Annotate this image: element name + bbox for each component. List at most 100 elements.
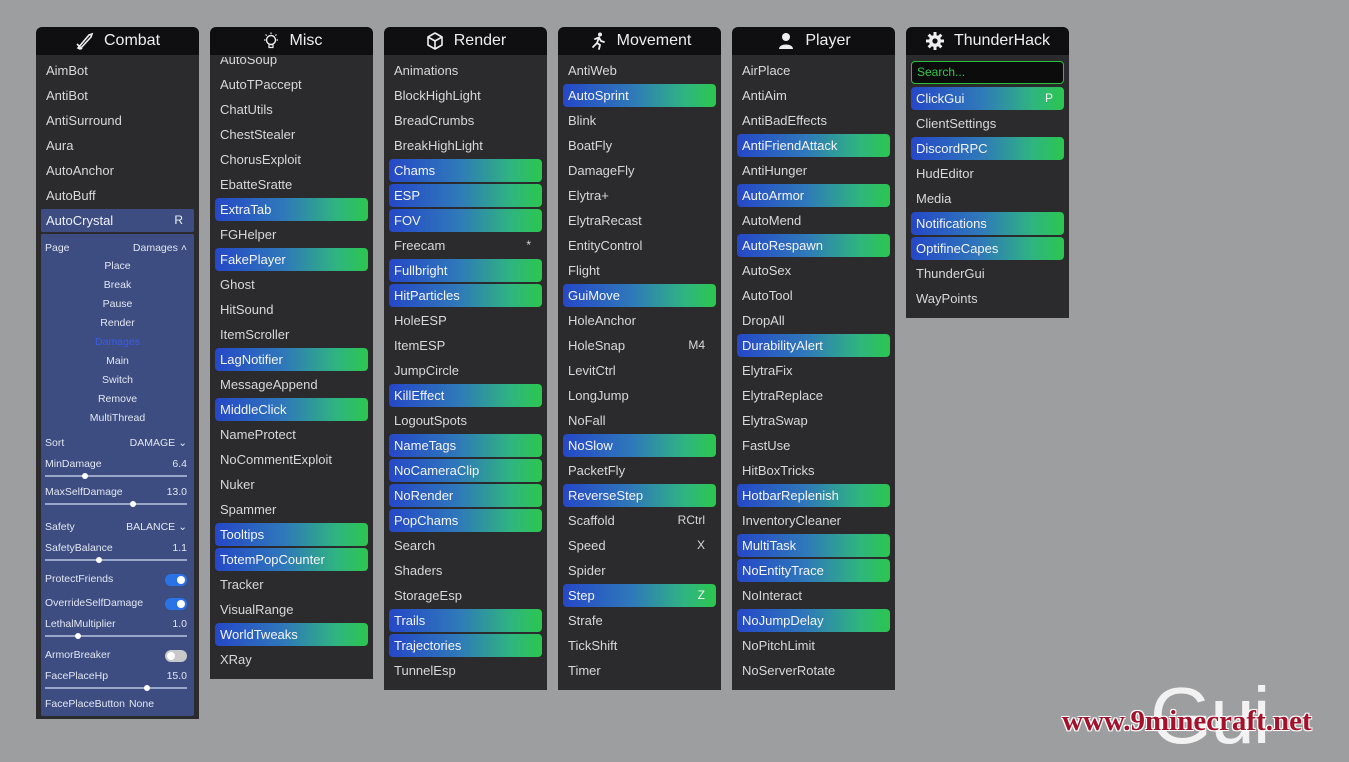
slider-handle[interactable]	[74, 633, 81, 639]
module-damagefly[interactable]: DamageFly	[563, 159, 716, 182]
slider-handle[interactable]	[81, 473, 88, 479]
combat-panel-header[interactable]: Combat	[36, 27, 199, 55]
module-breakhighlight[interactable]: BreakHighLight	[389, 134, 542, 157]
module-multitask[interactable]: MultiTask	[737, 534, 890, 557]
module-elytrareplace[interactable]: ElytraReplace	[737, 384, 890, 407]
module-cheststealer[interactable]: ChestStealer	[215, 123, 368, 146]
module-chatutils[interactable]: ChatUtils	[215, 98, 368, 121]
module-storageesp[interactable]: StorageEsp	[389, 584, 542, 607]
module-autocrystal[interactable]: AutoCrystal R	[41, 209, 194, 232]
module-waypoints[interactable]: WayPoints	[911, 287, 1064, 310]
module-inventorycleaner[interactable]: InventoryCleaner	[737, 509, 890, 532]
safety-balance-setting[interactable]: SafetyBalance 1.1	[45, 542, 187, 556]
module-autosoup[interactable]: AutoSoup	[215, 57, 368, 71]
module-autorespawn[interactable]: AutoRespawn	[737, 234, 890, 257]
module-antiweb[interactable]: AntiWeb	[563, 59, 716, 82]
slider-handle[interactable]	[130, 501, 137, 507]
face-place-hp-setting-slider[interactable]	[45, 685, 187, 691]
module-itemesp[interactable]: ItemESP	[389, 334, 542, 357]
module-antifriendattack[interactable]: AntiFriendAttack	[737, 134, 890, 157]
module-aura[interactable]: Aura	[41, 134, 194, 157]
module-longjump[interactable]: LongJump	[563, 384, 716, 407]
module-dropall[interactable]: DropAll	[737, 309, 890, 332]
module-hudeditor[interactable]: HudEditor	[911, 162, 1064, 185]
module-fullbright[interactable]: Fullbright	[389, 259, 542, 282]
module-popchams[interactable]: PopChams	[389, 509, 542, 532]
module-blink[interactable]: Blink	[563, 109, 716, 132]
module-notifications[interactable]: Notifications	[911, 212, 1064, 235]
module-noentitytrace[interactable]: NoEntityTrace	[737, 559, 890, 582]
module-blockhighlight[interactable]: BlockHighLight	[389, 84, 542, 107]
module-speed[interactable]: Speed X	[563, 534, 716, 557]
module-holeanchor[interactable]: HoleAnchor	[563, 309, 716, 332]
module-spider[interactable]: Spider	[563, 559, 716, 582]
module-tracker[interactable]: Tracker	[215, 573, 368, 596]
module-noserverrotate[interactable]: NoServerRotate	[737, 659, 890, 682]
module-holesnap[interactable]: HoleSnap M4	[563, 334, 716, 357]
armor-breaker-setting-toggle[interactable]	[165, 650, 187, 662]
module-trajectories[interactable]: Trajectories	[389, 634, 542, 657]
module-nointeract[interactable]: NoInteract	[737, 584, 890, 607]
module-media[interactable]: Media	[911, 187, 1064, 210]
module-antihunger[interactable]: AntiHunger	[737, 159, 890, 182]
sort-setting[interactable]: Sort DAMAGE ⌄	[45, 437, 187, 451]
module-jumpcircle[interactable]: JumpCircle	[389, 359, 542, 382]
module-elytrafix[interactable]: ElytraFix	[737, 359, 890, 382]
page-setting[interactable]: Page Damages ˄	[45, 242, 187, 256]
module-autosprint[interactable]: AutoSprint	[563, 84, 716, 107]
max-self-damage-setting[interactable]: MaxSelfDamage 13.0	[45, 486, 187, 500]
slider-handle[interactable]	[144, 685, 151, 691]
module-tunnelesp[interactable]: TunnelEsp	[389, 659, 542, 682]
misc-panel-header[interactable]: Misc	[210, 27, 373, 55]
page-option-render[interactable]: Render	[41, 317, 194, 329]
module-xray[interactable]: XRay	[215, 648, 368, 671]
module-visualrange[interactable]: VisualRange	[215, 598, 368, 621]
module-trails[interactable]: Trails	[389, 609, 542, 632]
module-flight[interactable]: Flight	[563, 259, 716, 282]
lethal-multiplier-setting-slider[interactable]	[45, 633, 187, 639]
module-nuker[interactable]: Nuker	[215, 473, 368, 496]
override-self-damage-setting-toggle[interactable]	[165, 598, 187, 610]
module-esp[interactable]: ESP	[389, 184, 542, 207]
module-noslow[interactable]: NoSlow	[563, 434, 716, 457]
module-discordrpc[interactable]: DiscordRPC	[911, 137, 1064, 160]
module-automend[interactable]: AutoMend	[737, 209, 890, 232]
module-worldtweaks[interactable]: WorldTweaks	[215, 623, 368, 646]
safety-setting[interactable]: Safety BALANCE ⌄	[45, 521, 187, 535]
module-ebattesratte[interactable]: EbatteSratte	[215, 173, 368, 196]
module-search[interactable]: Search	[389, 534, 542, 557]
module-messageappend[interactable]: MessageAppend	[215, 373, 368, 396]
module-shaders[interactable]: Shaders	[389, 559, 542, 582]
module-autoanchor[interactable]: AutoAnchor	[41, 159, 194, 182]
module-thundergui[interactable]: ThunderGui	[911, 262, 1064, 285]
module-nametags[interactable]: NameTags	[389, 434, 542, 457]
face-place-hp-setting[interactable]: FacePlaceHp 15.0	[45, 670, 187, 684]
module-fastuse[interactable]: FastUse	[737, 434, 890, 457]
module-chams[interactable]: Chams	[389, 159, 542, 182]
module-hitsound[interactable]: HitSound	[215, 298, 368, 321]
module-norender[interactable]: NoRender	[389, 484, 542, 507]
module-strafe[interactable]: Strafe	[563, 609, 716, 632]
module-nofall[interactable]: NoFall	[563, 409, 716, 432]
min-damage-setting-slider[interactable]	[45, 473, 187, 479]
page-option-damages[interactable]: Damages	[41, 336, 194, 348]
module-nameprotect[interactable]: NameProtect	[215, 423, 368, 446]
module-tooltips[interactable]: Tooltips	[215, 523, 368, 546]
lethal-multiplier-setting[interactable]: LethalMultiplier 1.0	[45, 618, 187, 632]
module-levitctrl[interactable]: LevitCtrl	[563, 359, 716, 382]
module-packetfly[interactable]: PacketFly	[563, 459, 716, 482]
module-fakeplayer[interactable]: FakePlayer	[215, 248, 368, 271]
module-guimove[interactable]: GuiMove	[563, 284, 716, 307]
module-step[interactable]: Step Z	[563, 584, 716, 607]
module-lagnotifier[interactable]: LagNotifier	[215, 348, 368, 371]
module-autotool[interactable]: AutoTool	[737, 284, 890, 307]
module-ghost[interactable]: Ghost	[215, 273, 368, 296]
module-reversestep[interactable]: ReverseStep	[563, 484, 716, 507]
page-option-place[interactable]: Place	[41, 260, 194, 272]
slider-handle[interactable]	[95, 557, 102, 563]
module-autobuff[interactable]: AutoBuff	[41, 184, 194, 207]
module-optifinecapes[interactable]: OptifineCapes	[911, 237, 1064, 260]
module-antisurround[interactable]: AntiSurround	[41, 109, 194, 132]
module-extratab[interactable]: ExtraTab	[215, 198, 368, 221]
module-tickshift[interactable]: TickShift	[563, 634, 716, 657]
